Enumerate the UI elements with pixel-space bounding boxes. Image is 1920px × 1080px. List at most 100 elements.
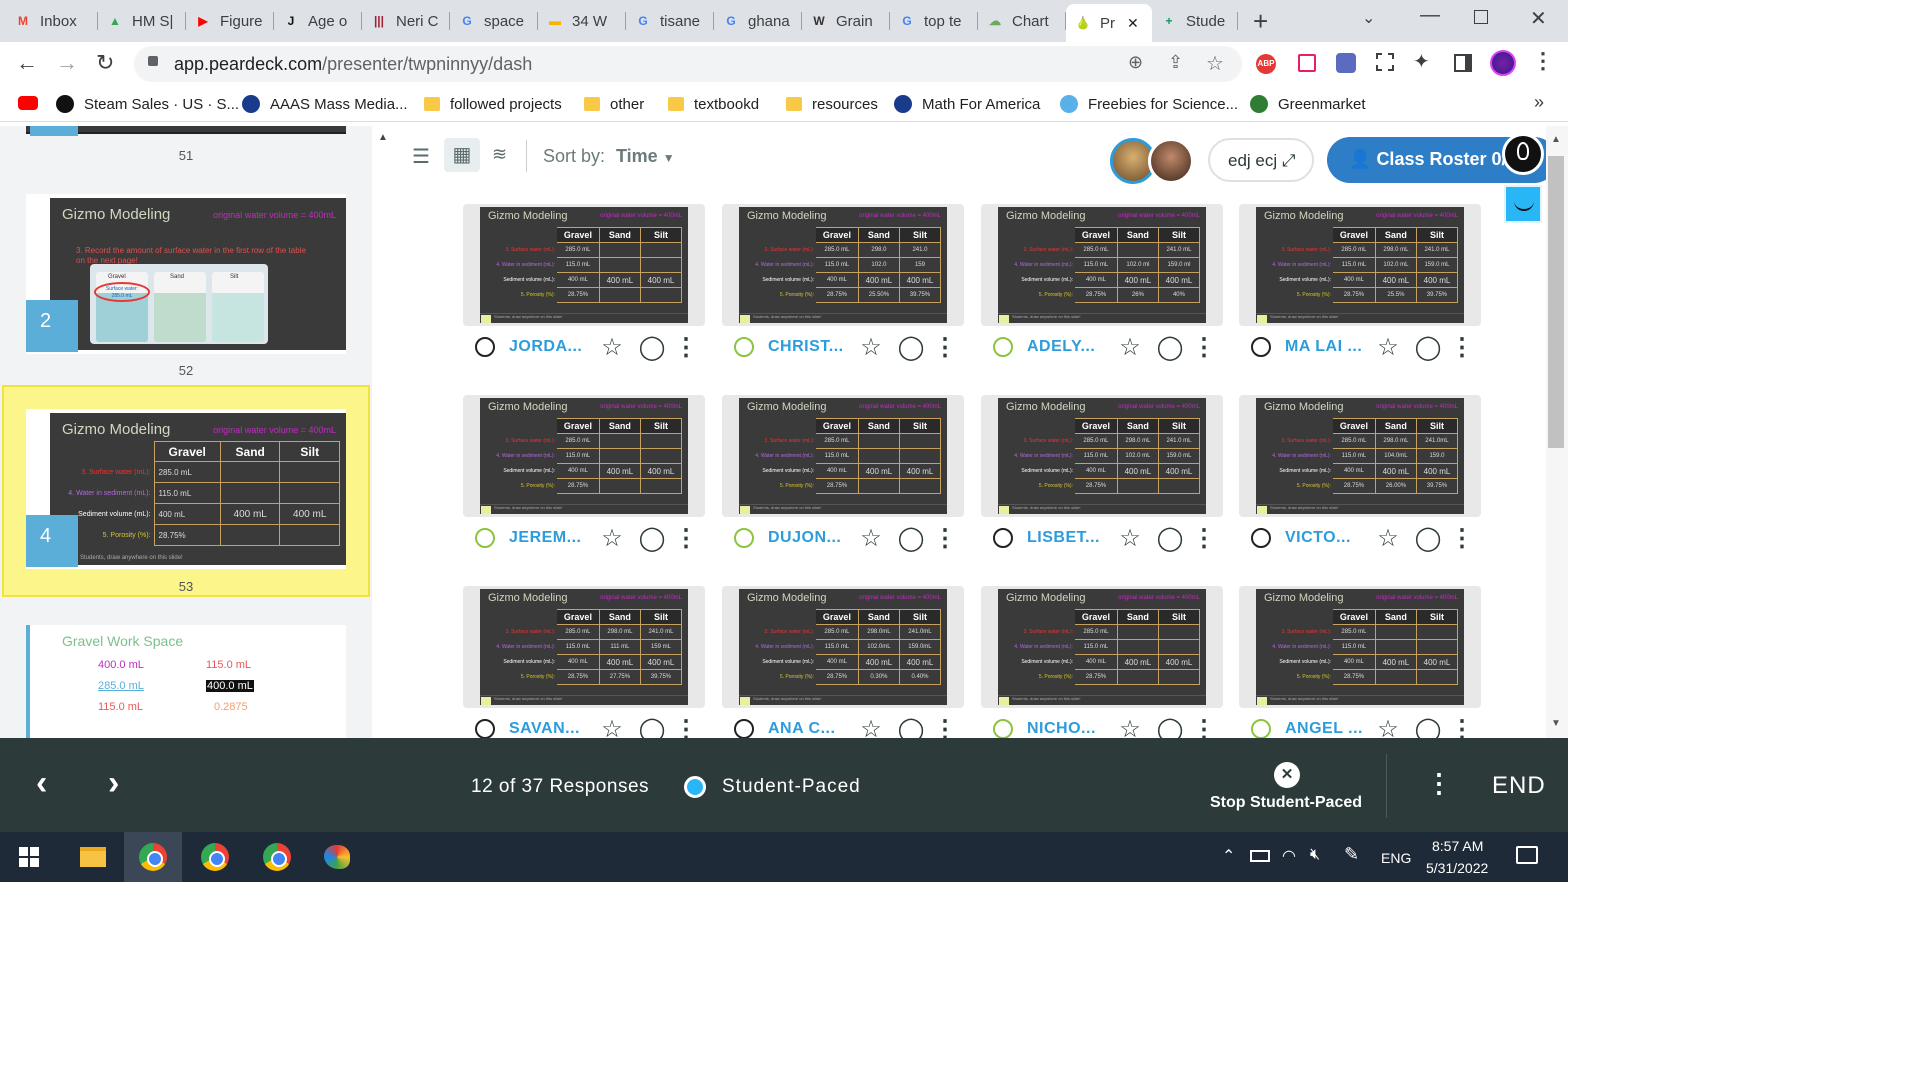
student-name[interactable]: JORDA... <box>509 338 587 356</box>
response-card[interactable]: Gizmo Modeling original water volume = 40… <box>722 204 964 326</box>
slide-53-thumbnail-selected[interactable]: Gizmo Modeling original water volume = 4… <box>2 385 370 597</box>
response-card[interactable]: Gizmo Modeling original water volume = 40… <box>981 586 1223 708</box>
browser-tab[interactable]: Gspace <box>450 0 538 42</box>
browser-tab[interactable]: ▶ Figure <box>186 0 274 42</box>
tab-search-icon[interactable]: ⌄ <box>1362 8 1375 28</box>
bookmark-item[interactable]: AAAS Mass Media... <box>242 86 408 122</box>
student-name[interactable]: ANGEL ... <box>1285 720 1363 738</box>
smile-widget-icon[interactable] <box>1504 185 1542 223</box>
more-vertical-icon[interactable]: ⋮ <box>1189 715 1219 739</box>
main-scrollbar[interactable]: ▲ ▼ <box>1546 126 1568 738</box>
student-name[interactable]: VICTO... <box>1285 529 1363 547</box>
chrome-menu-icon[interactable]: ⋮ <box>1532 48 1554 74</box>
comment-icon[interactable]: ◯ <box>1413 715 1443 739</box>
restore-button[interactable] <box>1474 10 1488 24</box>
more-vertical-icon[interactable]: ⋮ <box>930 333 960 362</box>
star-icon[interactable]: ☆ <box>1115 715 1145 739</box>
clock-date[interactable]: 5/31/2022 <box>1426 860 1488 876</box>
browser-tab[interactable]: Gtop te <box>890 0 978 42</box>
stop-student-paced-button[interactable]: ✕ Stop Student-Paced <box>1200 760 1374 816</box>
bookmark-item[interactable]: textbookd <box>668 86 759 122</box>
response-card[interactable]: Gizmo Modeling original water volume = 40… <box>463 204 705 326</box>
student-name[interactable]: ANA C... <box>768 720 846 738</box>
student-name[interactable]: LISBET... <box>1027 529 1105 547</box>
layers-icon[interactable]: ≋ <box>492 144 507 165</box>
zoom-icon[interactable]: ⊕ <box>1128 52 1143 73</box>
more-vertical-icon[interactable]: ⋮ <box>1447 715 1477 739</box>
more-vertical-icon[interactable]: ⋮ <box>1447 333 1477 362</box>
slide-54-thumbnail[interactable]: Gravel Work Space 400.0 mL 115.0 mL 285.… <box>26 625 346 738</box>
star-icon[interactable]: ☆ <box>1373 715 1403 739</box>
pear-deck-logo-icon[interactable] <box>1502 133 1544 175</box>
browser-tab[interactable]: Gghana <box>714 0 802 42</box>
paint-app-icon[interactable] <box>308 832 366 882</box>
sort-dropdown[interactable]: Time ▼ <box>616 146 675 167</box>
star-icon[interactable]: ☆ <box>597 715 627 739</box>
comment-icon[interactable]: ◯ <box>637 333 667 362</box>
more-vertical-icon[interactable]: ⋮ <box>930 524 960 553</box>
bookmark-item[interactable]: Greenmarket <box>1250 86 1366 122</box>
student-name[interactable]: NICHO... <box>1027 720 1105 738</box>
comment-icon[interactable]: ◯ <box>896 715 926 739</box>
more-vertical-icon[interactable]: ⋮ <box>1189 333 1219 362</box>
more-vertical-icon[interactable]: ⋮ <box>1447 524 1477 553</box>
response-card[interactable]: Gizmo Modeling original water volume = 40… <box>1239 204 1481 326</box>
browser-tab[interactable]: M Inbox <box>6 0 98 42</box>
extension-chart-icon[interactable] <box>1298 54 1316 72</box>
battery-icon[interactable] <box>1250 850 1270 862</box>
previous-slide-button[interactable]: ‹ <box>36 764 47 803</box>
comment-icon[interactable]: ◯ <box>1155 524 1185 553</box>
side-panel-icon[interactable] <box>1454 54 1472 72</box>
close-window-button[interactable]: ✕ <box>1530 6 1547 31</box>
browser-tab[interactable]: + Stude <box>1152 0 1238 42</box>
student-name[interactable]: JEREM... <box>509 529 587 547</box>
bookmark-star-icon[interactable]: ☆ <box>1206 51 1224 76</box>
reload-button[interactable]: ↻ <box>96 50 114 76</box>
notifications-icon[interactable] <box>1516 846 1538 864</box>
more-vertical-icon[interactable]: ⋮ <box>671 524 701 553</box>
adblock-icon[interactable]: ABP <box>1256 54 1276 74</box>
more-vertical-icon[interactable]: ⋮ <box>930 715 960 739</box>
minimize-button[interactable]: — <box>1420 4 1440 27</box>
address-bar[interactable]: app.peardeck.com/presenter/twpninnyy/das… <box>134 46 1242 82</box>
share-icon[interactable]: ⇪ <box>1168 52 1183 73</box>
wifi-icon[interactable]: ◠ <box>1282 846 1296 866</box>
bookmark-item[interactable]: Steam Sales · US · S... <box>56 86 239 122</box>
youtube-bookmark-icon[interactable] <box>18 96 38 110</box>
more-vertical-icon[interactable]: ⋮ <box>1189 524 1219 553</box>
chrome-profile-2-icon[interactable] <box>186 832 244 882</box>
star-icon[interactable]: ☆ <box>1115 524 1145 553</box>
response-card[interactable]: Gizmo Modeling original water volume = 40… <box>1239 586 1481 708</box>
pen-icon[interactable]: ✎ <box>1344 844 1359 865</box>
back-button[interactable]: ← <box>16 50 38 76</box>
student-name[interactable]: SAVAN... <box>509 720 587 738</box>
star-icon[interactable]: ☆ <box>1115 333 1145 362</box>
comment-icon[interactable]: ◯ <box>1413 333 1443 362</box>
bookmark-item[interactable]: Math For America <box>894 86 1040 122</box>
language-indicator[interactable]: ENG <box>1381 850 1411 866</box>
browser-tab[interactable]: Gtisane <box>626 0 714 42</box>
comment-icon[interactable]: ◯ <box>637 715 667 739</box>
comment-icon[interactable]: ◯ <box>896 333 926 362</box>
response-card[interactable]: Gizmo Modeling original water volume = 40… <box>1239 395 1481 517</box>
close-tab-icon[interactable]: ✕ <box>1127 15 1139 32</box>
clock-time[interactable]: 8:57 AM <box>1432 838 1483 854</box>
browser-tab[interactable]: ||| Neri C <box>362 0 450 42</box>
more-bookmarks-icon[interactable]: » <box>1534 92 1544 113</box>
student-name[interactable]: ADELY... <box>1027 338 1105 356</box>
star-icon[interactable]: ☆ <box>1373 333 1403 362</box>
browser-tab[interactable]: ☁ Chart <box>978 0 1066 42</box>
start-button[interactable] <box>0 832 58 882</box>
response-card[interactable]: Gizmo Modeling original water volume = 40… <box>722 395 964 517</box>
extensions-puzzle-icon[interactable]: ✦ <box>1413 49 1430 74</box>
grid-view-icon[interactable]: ▦ <box>444 138 480 172</box>
student-name[interactable]: CHRIST... <box>768 338 846 356</box>
chrome-profile-3-icon[interactable] <box>248 832 306 882</box>
forward-button[interactable]: → <box>56 50 78 76</box>
response-card[interactable]: Gizmo Modeling original water volume = 40… <box>981 204 1223 326</box>
comment-icon[interactable]: ◯ <box>1155 333 1185 362</box>
sidebar-scrollbar[interactable]: ▲ <box>372 126 396 738</box>
student-name[interactable]: DUJON... <box>768 529 846 547</box>
join-code-button[interactable]: edj ecj ⤢ <box>1208 138 1314 182</box>
file-explorer-icon[interactable] <box>64 832 122 882</box>
